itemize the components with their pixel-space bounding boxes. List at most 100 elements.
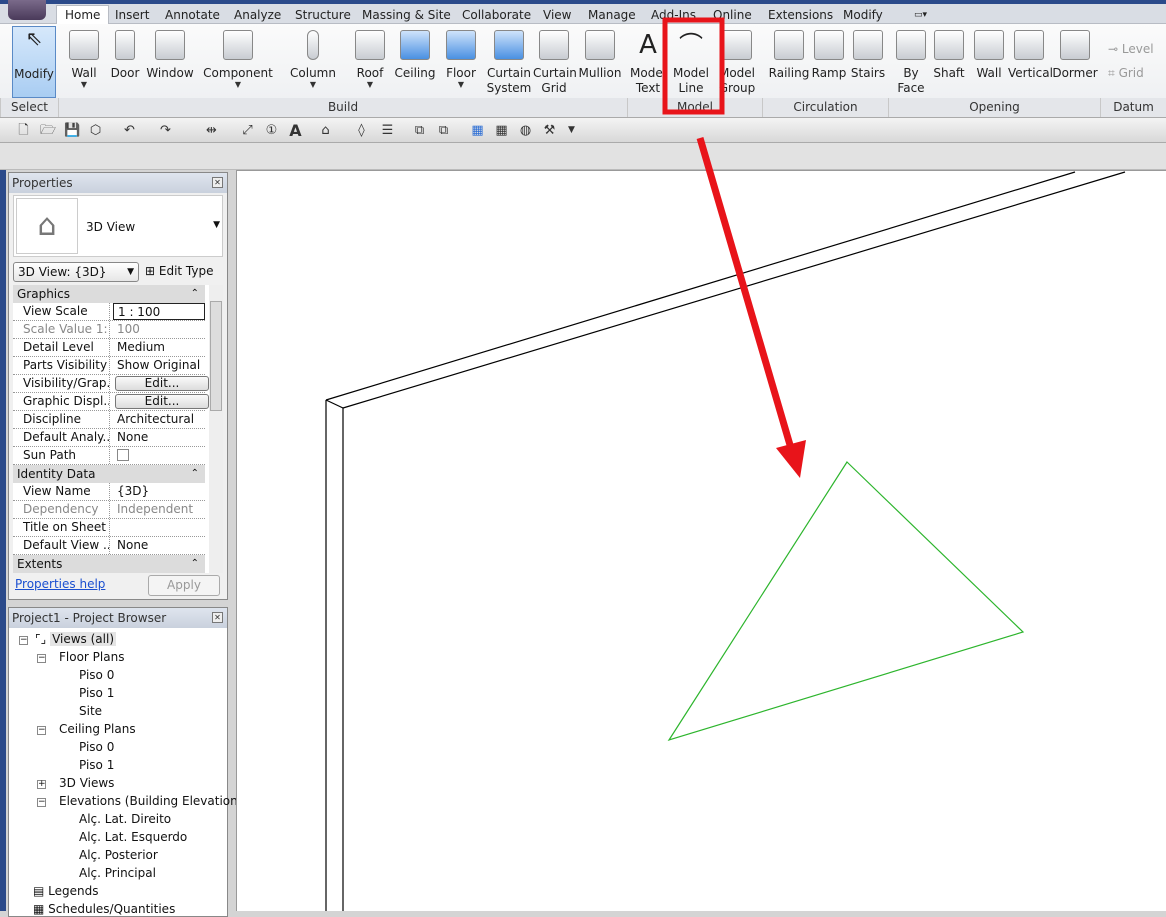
tree-item[interactable]: Ceiling Plans xyxy=(59,722,136,736)
text-icon[interactable]: A xyxy=(288,123,303,139)
prop-row[interactable]: Default Analy... None xyxy=(13,429,205,447)
tree-item[interactable]: Alç. Principal xyxy=(79,866,156,880)
tab-massing-site[interactable]: Massing & Site xyxy=(354,6,459,24)
tree-item[interactable]: Alç. Posterior xyxy=(79,848,158,862)
prop-row[interactable]: Discipline Architectural xyxy=(13,411,205,429)
grid-button[interactable]: ⌗ Grid xyxy=(1108,66,1144,81)
3d-view-canvas[interactable] xyxy=(236,170,1166,911)
hammer-icon[interactable]: ⚒ xyxy=(542,123,557,138)
properties-help-link[interactable]: Properties help xyxy=(15,577,105,591)
tree-item[interactable]: Piso 1 xyxy=(79,686,114,700)
ceiling-button[interactable]: Ceiling xyxy=(394,26,436,98)
view-scale-input[interactable]: 1 : 100 xyxy=(113,303,205,320)
close-icon[interactable]: ✕ xyxy=(212,177,223,188)
graphic-display-edit-button[interactable]: Edit... xyxy=(115,394,209,409)
instance-filter-dropdown[interactable]: 3D View: {3D} ▼ xyxy=(13,262,139,282)
tab-structure[interactable]: Structure xyxy=(287,6,359,24)
tab-view[interactable]: View xyxy=(535,6,579,24)
prop-row[interactable]: Title on Sheet xyxy=(13,519,205,537)
prop-row[interactable]: Detail Level Medium xyxy=(13,339,205,357)
ramp-button[interactable]: Ramp xyxy=(811,26,847,98)
vertical-opening-button[interactable]: Vertical xyxy=(1008,26,1053,98)
tree-item[interactable]: Piso 0 xyxy=(79,668,114,682)
type-selector[interactable]: ⌂ 3D View ▼ xyxy=(13,195,223,257)
aligned-dimension-icon[interactable]: ⤢ xyxy=(240,123,255,138)
section-icon[interactable]: ◊ xyxy=(354,123,369,138)
prop-row[interactable]: View Name {3D} xyxy=(13,483,205,501)
visibility-edit-button[interactable]: Edit... xyxy=(115,376,209,391)
tree-item[interactable]: Floor Plans xyxy=(59,650,124,664)
tree-item[interactable]: Piso 1 xyxy=(79,758,114,772)
column-button[interactable]: Column ▼ xyxy=(288,26,338,98)
tag-icon[interactable]: ① xyxy=(264,123,279,138)
ribbon-minimize-icon[interactable]: ▭▾ xyxy=(906,6,935,24)
tree-item[interactable]: Alç. Lat. Esquerdo xyxy=(79,830,187,844)
collapse-icon[interactable]: − xyxy=(37,726,46,735)
switch-windows-icon[interactable]: ⧉ xyxy=(436,123,451,138)
tab-insert[interactable]: Insert xyxy=(107,6,157,24)
panel-select[interactable]: Select xyxy=(0,98,58,117)
tree-item[interactable]: ⌜⌟ Views (all) xyxy=(35,632,117,646)
prop-row[interactable]: View Scale 1 : 100 xyxy=(13,303,205,321)
prop-row[interactable]: Default View ... None xyxy=(13,537,205,555)
scrollbar-thumb[interactable] xyxy=(210,301,222,411)
model-group-button[interactable]: Model Group xyxy=(714,26,760,98)
prop-row[interactable]: Parts Visibility Show Original xyxy=(13,357,205,375)
close-hidden-windows-icon[interactable]: ⧉ xyxy=(412,123,427,138)
opening-by-face-button[interactable]: By Face xyxy=(894,26,928,98)
group-identity-data[interactable]: Identity Data ⌃ xyxy=(13,465,205,483)
stairs-button[interactable]: Stairs xyxy=(849,26,887,98)
default-3d-view-icon[interactable]: ⌂ xyxy=(318,123,333,138)
properties-scrollbar[interactable] xyxy=(209,285,223,573)
model-line-button[interactable]: ⌒ Model Line xyxy=(670,26,712,98)
door-button[interactable]: Door xyxy=(108,26,142,98)
open-icon[interactable]: 🗁 xyxy=(40,123,56,138)
curtain-system-button[interactable]: Curtain System xyxy=(486,26,532,98)
save-icon[interactable]: 💾 xyxy=(64,123,80,138)
collapse-icon[interactable]: − xyxy=(19,636,28,645)
tree-item[interactable]: 3D Views xyxy=(59,776,114,790)
tree-item[interactable]: ▦ Schedules/Quantities xyxy=(33,902,175,916)
shaft-button[interactable]: Shaft xyxy=(930,26,968,98)
sync-icon[interactable]: ⬡ xyxy=(88,123,103,138)
render-icon[interactable]: ◍ xyxy=(518,123,533,138)
wall-button[interactable]: Wall ▼ xyxy=(66,26,102,98)
collapse-icon[interactable]: − xyxy=(37,798,46,807)
tab-home[interactable]: Home xyxy=(56,5,110,25)
group-extents[interactable]: Extents ⌃ xyxy=(13,555,205,573)
edit-type-button[interactable]: ⊞ Edit Type xyxy=(145,262,214,280)
mullion-button[interactable]: Mullion xyxy=(578,26,622,98)
tab-collaborate[interactable]: Collaborate xyxy=(454,6,539,24)
tree-item[interactable]: Site xyxy=(79,704,102,718)
grid-icon[interactable]: ▦ xyxy=(470,123,485,138)
measure-icon[interactable]: ⇹ xyxy=(204,123,219,138)
expand-icon[interactable]: + xyxy=(37,780,46,789)
component-button[interactable]: Component ▼ xyxy=(203,26,273,98)
model-text-button[interactable]: A Model Text xyxy=(630,26,666,98)
customize-qat-icon[interactable]: ▼ xyxy=(564,123,579,138)
thin-lines-icon[interactable]: ☰ xyxy=(380,123,395,138)
tab-annotate[interactable]: Annotate xyxy=(157,6,228,24)
roof-button[interactable]: Roof ▼ xyxy=(352,26,388,98)
dormer-button[interactable]: Dormer xyxy=(1052,26,1098,98)
window-button[interactable]: Window xyxy=(146,26,194,98)
modify-button[interactable]: ⇖ Modify xyxy=(12,26,56,98)
floor-button[interactable]: Floor ▼ xyxy=(443,26,479,98)
tree-item[interactable]: ▤ Legends xyxy=(33,884,99,898)
wireframe-icon[interactable]: ▦ xyxy=(494,123,509,138)
sun-path-checkbox[interactable] xyxy=(117,449,129,461)
redo-icon[interactable]: ↷ xyxy=(158,123,173,138)
apply-button[interactable]: Apply xyxy=(148,575,220,596)
tab-extensions[interactable]: Extensions xyxy=(760,6,841,24)
tab-online[interactable]: Online xyxy=(705,6,760,24)
close-icon[interactable]: ✕ xyxy=(212,612,223,623)
tree-item[interactable]: Elevations (Building Elevation) xyxy=(59,794,242,808)
new-icon[interactable]: 🗋 xyxy=(16,123,31,138)
undo-icon[interactable]: ↶ xyxy=(122,123,137,138)
tree-item[interactable]: Piso 0 xyxy=(79,740,114,754)
tab-manage[interactable]: Manage xyxy=(580,6,644,24)
group-graphics[interactable]: Graphics ⌃ xyxy=(13,285,205,303)
railing-button[interactable]: Railing xyxy=(767,26,811,98)
collapse-icon[interactable]: − xyxy=(37,654,46,663)
curtain-grid-button[interactable]: Curtain Grid xyxy=(533,26,577,98)
